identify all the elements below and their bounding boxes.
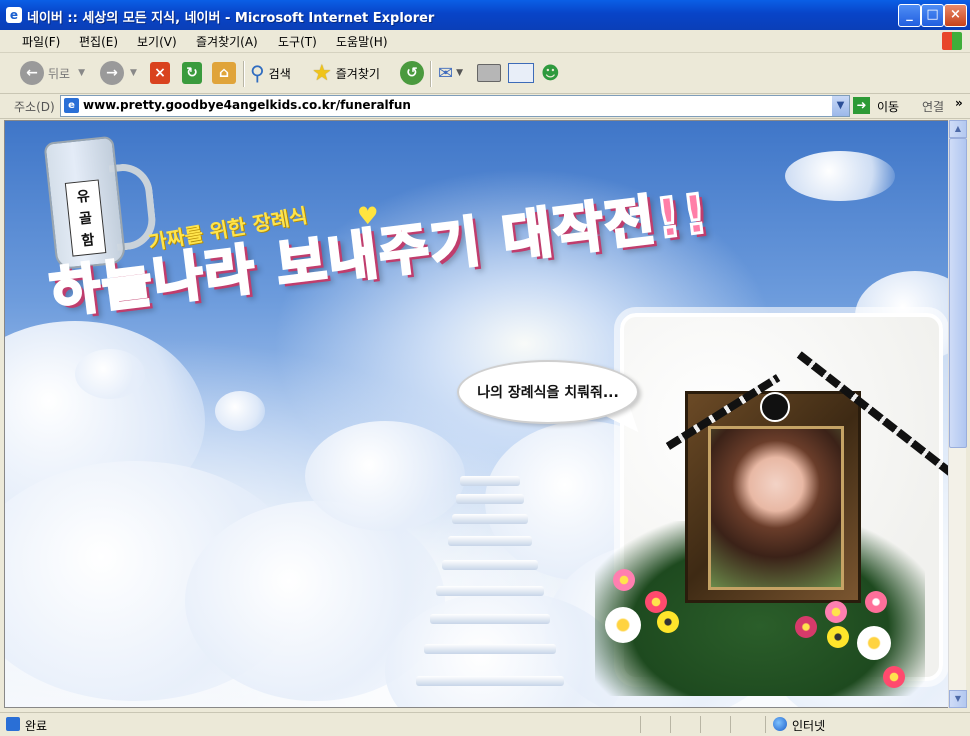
address-input[interactable]: e www.pretty.goodbye4angelkids.co.kr/fun… bbox=[60, 95, 850, 117]
scroll-up-button[interactable]: ▲ bbox=[949, 120, 967, 138]
print-button[interactable] bbox=[477, 59, 501, 87]
history-icon: ↺ bbox=[400, 61, 424, 85]
status-bar: 완료 인터넷 bbox=[0, 712, 970, 736]
memorial-photo bbox=[708, 426, 844, 590]
ie-icon: e bbox=[6, 7, 22, 23]
menu-help[interactable]: 도움말(H) bbox=[336, 33, 388, 50]
minimize-button[interactable]: _ bbox=[898, 4, 921, 27]
go-button[interactable]: 이동 bbox=[877, 98, 899, 115]
menu-bar: 파일(F) 편집(E) 보기(V) 즐겨찾기(A) 도구(T) 도움말(H) bbox=[0, 30, 970, 53]
page-icon: e bbox=[64, 98, 79, 113]
page-status-icon bbox=[6, 717, 20, 731]
forward-arrow-icon: → bbox=[100, 61, 124, 85]
search-icon: ⚲ bbox=[250, 61, 265, 85]
menu-favorites[interactable]: 즐겨찾기(A) bbox=[196, 33, 258, 50]
flower-icon bbox=[827, 626, 849, 648]
menu-file[interactable]: 파일(F) bbox=[22, 33, 60, 50]
speech-text: 나의 장례식을 치뤄줘... bbox=[477, 385, 619, 401]
windows-logo-icon bbox=[942, 32, 962, 50]
back-arrow-icon: ← bbox=[20, 61, 44, 85]
edit-page-icon bbox=[508, 63, 534, 83]
edit-button[interactable] bbox=[508, 59, 534, 87]
search-button[interactable]: ⚲ 검색 bbox=[250, 59, 291, 87]
flower-icon bbox=[857, 626, 891, 660]
back-button[interactable]: ← 뒤로 ▼ bbox=[20, 59, 85, 87]
address-dropdown-button[interactable]: ▼ bbox=[832, 96, 849, 116]
home-button[interactable]: ⌂ bbox=[212, 59, 236, 87]
menu-view[interactable]: 보기(V) bbox=[137, 33, 177, 50]
refresh-icon: ↻ bbox=[182, 62, 202, 84]
refresh-button[interactable]: ↻ bbox=[182, 59, 202, 87]
stairway bbox=[416, 476, 564, 707]
messenger-button[interactable]: ☻ bbox=[541, 59, 560, 87]
forward-button[interactable]: → ▼ bbox=[100, 59, 137, 87]
ribbon-rosette bbox=[760, 392, 790, 422]
speech-bubble: 나의 장례식을 치뤄줘... bbox=[457, 360, 639, 424]
vertical-scrollbar[interactable]: ▲ ▼ bbox=[948, 120, 967, 708]
status-text: 완료 bbox=[25, 719, 48, 733]
maximize-button[interactable]: □ bbox=[921, 4, 944, 27]
stop-icon: × bbox=[150, 62, 170, 84]
toolbar: ← 뒤로 ▼ → ▼ × ↻ ⌂ ⚲ 검색 ★ 즐겨찾기 ↺ ✉ ▼ ☻ bbox=[0, 53, 970, 94]
chevron-down-icon: ▼ bbox=[130, 68, 137, 78]
flower-icon bbox=[645, 591, 667, 613]
flower-icon bbox=[865, 591, 887, 613]
title-bar: e 네이버 :: 세상의 모든 지식, 네이버 - Microsoft Inte… bbox=[0, 0, 970, 30]
flower-icon bbox=[613, 569, 635, 591]
address-label: 주소(D) bbox=[14, 100, 55, 114]
printer-icon bbox=[477, 64, 501, 82]
mail-icon: ✉ bbox=[438, 62, 454, 84]
people-icon: ☻ bbox=[541, 62, 560, 84]
page-content: 유골함 가짜를 위한 장례식 ♥ 하늘나라 보내주기 대작전!! 나의 장례식을… bbox=[4, 120, 950, 708]
chevron-down-icon: ▼ bbox=[456, 68, 464, 78]
chevron-right-icon[interactable]: » bbox=[955, 96, 963, 110]
address-bar: 주소(D) e www.pretty.goodbye4angelkids.co.… bbox=[0, 94, 970, 119]
scroll-down-button[interactable]: ▼ bbox=[949, 690, 967, 708]
zone-text: 인터넷 bbox=[792, 719, 826, 733]
history-button[interactable]: ↺ bbox=[400, 59, 424, 87]
chevron-down-icon: ▼ bbox=[78, 68, 86, 78]
stop-button[interactable]: × bbox=[150, 59, 170, 87]
globe-icon bbox=[773, 717, 787, 731]
favorites-button[interactable]: ★ 즐겨찾기 bbox=[312, 59, 380, 87]
menu-tools[interactable]: 도구(T) bbox=[278, 33, 317, 50]
go-arrow-icon[interactable]: ➜ bbox=[853, 97, 870, 114]
window-title: 네이버 :: 세상의 모든 지식, 네이버 - Microsoft Intern… bbox=[27, 11, 435, 26]
flower-icon bbox=[825, 601, 847, 623]
menu-edit[interactable]: 편집(E) bbox=[79, 33, 118, 50]
flower-icon bbox=[883, 666, 905, 688]
close-button[interactable]: × bbox=[944, 4, 967, 27]
flower-icon bbox=[605, 607, 641, 643]
mail-button[interactable]: ✉ ▼ bbox=[438, 59, 463, 87]
home-icon: ⌂ bbox=[212, 62, 236, 84]
scroll-thumb[interactable] bbox=[949, 138, 967, 448]
star-icon: ★ bbox=[312, 60, 332, 86]
flower-icon bbox=[795, 616, 817, 638]
address-url: www.pretty.goodbye4angelkids.co.kr/funer… bbox=[83, 98, 411, 112]
links-label[interactable]: 연결 bbox=[922, 98, 944, 115]
flower-icon bbox=[657, 611, 679, 633]
memorial-frame bbox=[665, 351, 949, 603]
